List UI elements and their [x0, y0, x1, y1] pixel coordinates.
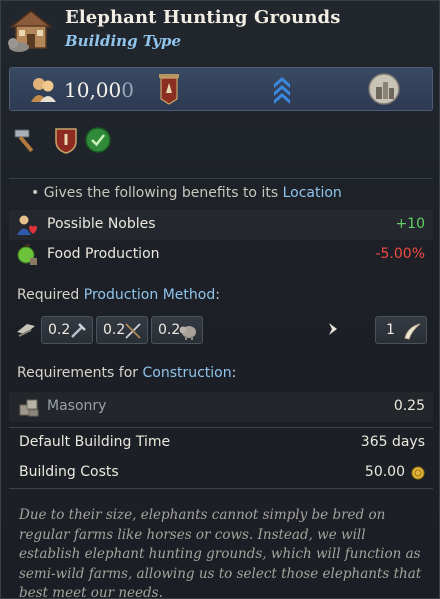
- city-icon[interactable]: [368, 73, 400, 105]
- building-type-link[interactable]: Building Type: [65, 32, 181, 50]
- build-time-row: Default Building Time 365 days: [19, 434, 425, 450]
- benefits-heading: • Gives the following benefits to its Lo…: [31, 185, 342, 201]
- ivory-icon: [404, 323, 421, 340]
- location-link[interactable]: Location: [283, 185, 342, 201]
- building-tooltip: Elephant Hunting Grounds Building Type 1…: [0, 0, 440, 599]
- input-livestock-chip[interactable]: 0.2: [151, 316, 203, 344]
- building-tags: [11, 125, 131, 159]
- population-value: 10,000: [64, 78, 134, 102]
- production-method-row: 0.2 0.2 0.2 1: [9, 314, 433, 346]
- tools-icon: [71, 323, 86, 338]
- hammer-icon[interactable]: [11, 125, 41, 155]
- requirement-row-masonry: Masonry 0.25: [9, 392, 433, 422]
- weapons-icon: [125, 323, 141, 339]
- masonry-icon: [17, 395, 41, 419]
- stats-bar: 10,000: [9, 67, 433, 111]
- rank-chevrons-icon[interactable]: [272, 74, 292, 104]
- benefit-row-food: Food Production -5.00%: [9, 240, 433, 270]
- input-tools-chip[interactable]: 0.2: [41, 316, 93, 344]
- construction-link[interactable]: Construction: [142, 365, 231, 381]
- requirements-heading: Requirements for Construction:: [17, 365, 237, 381]
- output-ivory-chip[interactable]: 1: [375, 316, 427, 344]
- benefit-row-nobles: Possible Nobles +10: [9, 210, 433, 240]
- food-icon: [15, 243, 39, 267]
- page-title: Elephant Hunting Grounds: [65, 7, 341, 28]
- shield-icon[interactable]: [51, 125, 81, 155]
- trade-goods-icon: [15, 320, 37, 340]
- tooltip-header: Elephant Hunting Grounds Building Type: [1, 1, 440, 63]
- banner-icon[interactable]: [158, 73, 180, 105]
- nobles-icon: [15, 213, 39, 237]
- check-icon[interactable]: [83, 125, 113, 155]
- gold-coin-icon: [411, 466, 425, 480]
- benefits-section: • Gives the following benefits to its Lo…: [9, 178, 433, 270]
- input-weapons-chip[interactable]: 0.2: [96, 316, 148, 344]
- arrow-right-icon: [327, 321, 339, 337]
- production-method-heading: Required Production Method:: [17, 287, 220, 303]
- building-house-icon: [5, 5, 57, 53]
- production-method-link[interactable]: Production Method: [84, 287, 215, 303]
- cost-section: Default Building Time 365 days Building …: [9, 427, 433, 489]
- flavor-text: Due to their size, elephants cannot simp…: [19, 507, 422, 599]
- build-cost-row: Building Costs 50.00: [9, 458, 433, 488]
- livestock-icon: [179, 326, 196, 340]
- population-icon[interactable]: [28, 74, 58, 104]
